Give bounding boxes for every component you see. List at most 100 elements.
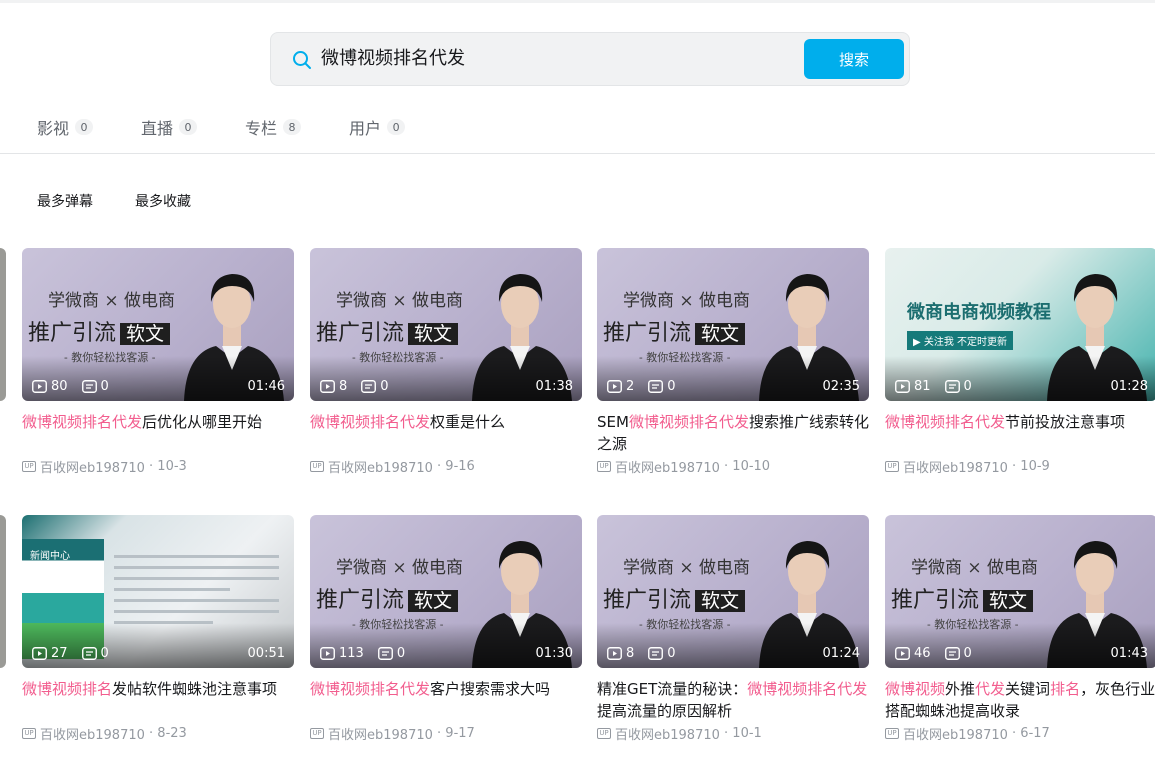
thumbnail-text: ▶ 关注我 不定时更新 — [907, 331, 1014, 350]
video-card[interactable]: 微商电商视频教程 ▶ 关注我 不定时更新 81 0 01:28 微博视频排名代发节前投放注… — [885, 248, 1155, 476]
video-duration: 00:51 — [247, 646, 285, 661]
title-text: 后优化从哪里开始 — [142, 413, 263, 431]
video-date: 9-16 — [445, 459, 475, 474]
video-thumbnail[interactable]: 微商电商视频教程 ▶ 关注我 不定时更新 81 0 01:28 — [885, 248, 1155, 401]
title-text: 客户搜索需求大吗 — [430, 680, 551, 698]
thumbnail-text: 学微商 × 做电商 — [336, 558, 464, 578]
title-highlight: 微博视频排名代发 — [310, 413, 431, 431]
video-title[interactable]: 微博视频外推代发关键词排名，灰色行业搭配蜘蛛池提高收录 — [885, 678, 1155, 722]
danmaku-icon — [944, 647, 960, 660]
video-meta: UP 百收网eb198710 · 9-17 — [310, 724, 582, 743]
video-meta: UP 百收网eb198710 · 10-9 — [885, 457, 1155, 476]
up-icon: UP — [885, 728, 899, 739]
video-author[interactable]: 百收网eb198710 — [903, 724, 1008, 743]
tab-users[interactable]: 用户 0 — [349, 112, 406, 142]
title-text: 提高流量的原因解析 — [597, 702, 733, 720]
title-highlight: 代发 — [975, 680, 1006, 698]
video-stats: 27 0 — [32, 646, 123, 661]
up-icon: UP — [22, 461, 36, 472]
video-card[interactable]: 学微商 × 做电商推广引流软文- 教你轻松找客源 -8001:38微博视频排名代… — [310, 248, 582, 476]
sort-filters: 最多弹幕 最多收藏 — [37, 191, 233, 211]
video-title[interactable]: 微博视频排名代发后优化从哪里开始 — [22, 411, 294, 455]
video-author[interactable]: 百收网eb198710 — [40, 724, 145, 743]
video-duration: 01:30 — [535, 646, 573, 661]
video-thumbnail[interactable]: 学微商 × 做电商推广引流软文- 教你轻松找客源 -8001:24 — [597, 515, 869, 668]
video-card[interactable]: 学微商 × 做电商推广引流软文- 教你轻松找客源 -8001:24 精准GET流量… — [597, 515, 869, 743]
video-author[interactable]: 百收网eb198710 — [40, 457, 145, 476]
danmaku-icon — [361, 380, 377, 393]
search-icon — [293, 51, 311, 69]
video-author[interactable]: 百收网eb198710 — [328, 724, 433, 743]
up-icon: UP — [310, 461, 324, 472]
thumbnail-text: 新闻中心 — [30, 551, 70, 562]
video-author[interactable]: 百收网eb198710 — [328, 457, 433, 476]
thumbnail-text: 微商电商视频教程 — [907, 302, 1051, 323]
partial-card-thumbnail[interactable] — [0, 515, 6, 668]
title-highlight: 微博视频排名代发 — [310, 680, 431, 698]
video-title[interactable]: 精准GET流量的秘诀：微博视频排名代发提高流量的原因解析 — [597, 678, 869, 722]
video-thumbnail[interactable]: 学微商 × 做电商推广引流软文- 教你轻松找客源 -2002:35 — [597, 248, 869, 401]
title-text: 关键词 — [1005, 680, 1051, 698]
thumbnail-text: 推广引流 软文 — [28, 315, 171, 347]
play-icon — [607, 380, 622, 393]
tab-live[interactable]: 直播 0 — [141, 112, 198, 142]
title-highlight: 微博视频排名代发 — [22, 413, 143, 431]
video-thumbnail[interactable]: 学微商 × 做电商推广引流软文- 教你轻松找客源 -113001:30 — [310, 515, 582, 668]
screenshot-text-lines — [114, 555, 279, 632]
video-card[interactable]: 学微商 × 做电商推广引流软文- 教你轻松找客源 -46001:43 微博视频外推… — [885, 515, 1155, 743]
danmaku-count: 0 — [361, 379, 389, 394]
video-meta: UP 百收网eb198710 · 10-10 — [597, 457, 869, 476]
thumbnail-text: 学微商 × 做电商 — [336, 291, 464, 311]
search-button[interactable]: 搜索 — [804, 39, 904, 79]
up-icon: UP — [22, 728, 36, 739]
play-count: 8 — [320, 379, 347, 394]
search-input[interactable] — [321, 33, 801, 85]
filter-most-danmaku[interactable]: 最多弹幕 — [37, 191, 93, 211]
video-date: 10-3 — [157, 459, 187, 474]
video-author[interactable]: 百收网eb198710 — [615, 457, 720, 476]
video-stats: 81 0 — [895, 379, 986, 394]
tab-label: 专栏 — [245, 119, 278, 138]
video-card[interactable]: 学微商 × 做电商推广引流软文- 教你轻松找客源 -113001:30微博视频排… — [310, 515, 582, 743]
tab-articles[interactable]: 专栏 8 — [245, 112, 302, 142]
video-title[interactable]: 微博视频排名代发客户搜索需求大吗 — [310, 678, 582, 722]
video-thumbnail[interactable]: 学微商 × 做电商推广引流软文- 教你轻松找客源 -80001:46 — [22, 248, 294, 401]
up-icon: UP — [885, 461, 899, 472]
video-title[interactable]: SEM微博视频排名代发搜索推广线索转化之源 — [597, 411, 869, 455]
up-icon: UP — [310, 728, 324, 739]
video-date: 10-9 — [1020, 459, 1050, 474]
play-icon — [607, 647, 622, 660]
danmaku-count: 0 — [377, 646, 405, 661]
video-thumbnail[interactable]: 学微商 × 做电商推广引流软文- 教你轻松找客源 -46001:43 — [885, 515, 1155, 668]
video-thumbnail[interactable]: 新闻中心 27 0 00:51 — [22, 515, 294, 668]
video-author[interactable]: 百收网eb198710 — [903, 457, 1008, 476]
video-stats: 80 — [320, 379, 403, 394]
video-card[interactable]: 新闻中心 27 0 00:51 微博视频排名发帖软件蜘蛛池注意事项 UP 百收网eb1987… — [22, 515, 294, 743]
video-meta: UP 百收网eb198710 · 9-16 — [310, 457, 582, 476]
thumbnail-text: 学微商 × 做电商 — [623, 558, 751, 578]
title-text: 权重是什么 — [430, 413, 506, 431]
filter-most-favorites[interactable]: 最多收藏 — [135, 191, 191, 211]
video-author[interactable]: 百收网eb198710 — [615, 724, 720, 743]
title-highlight: 排名 — [1050, 680, 1081, 698]
play-count: 2 — [607, 379, 634, 394]
up-icon: UP — [597, 728, 611, 739]
video-title[interactable]: 微博视频排名发帖软件蜘蛛池注意事项 — [22, 678, 294, 722]
video-meta: UP 百收网eb198710 · 8-23 — [22, 724, 294, 743]
thumbnail-text: 学微商 × 做电商 — [911, 558, 1039, 578]
thumbnail-text: 学微商 × 做电商 — [48, 291, 176, 311]
video-title[interactable]: 微博视频排名代发权重是什么 — [310, 411, 582, 455]
video-duration: 01:46 — [247, 379, 285, 394]
play-icon — [895, 647, 910, 660]
tab-movies[interactable]: 影视 0 — [37, 112, 94, 142]
video-duration: 01:38 — [535, 379, 573, 394]
danmaku-count: 0 — [81, 646, 109, 661]
video-title[interactable]: 微博视频排名代发节前投放注意事项 — [885, 411, 1155, 455]
meta-separator: · — [432, 726, 446, 741]
video-thumbnail[interactable]: 学微商 × 做电商推广引流软文- 教你轻松找客源 -8001:38 — [310, 248, 582, 401]
partial-card-thumbnail[interactable] — [0, 248, 6, 401]
result-type-tabs: 影视 0 直播 0 专栏 8 用户 0 — [37, 112, 453, 142]
video-card[interactable]: 学微商 × 做电商推广引流软文- 教你轻松找客源 -80001:46微博视频排名… — [22, 248, 294, 476]
video-stats: 20 — [607, 379, 690, 394]
video-card[interactable]: 学微商 × 做电商推广引流软文- 教你轻松找客源 -2002:35 SEM微博视频… — [597, 248, 869, 476]
